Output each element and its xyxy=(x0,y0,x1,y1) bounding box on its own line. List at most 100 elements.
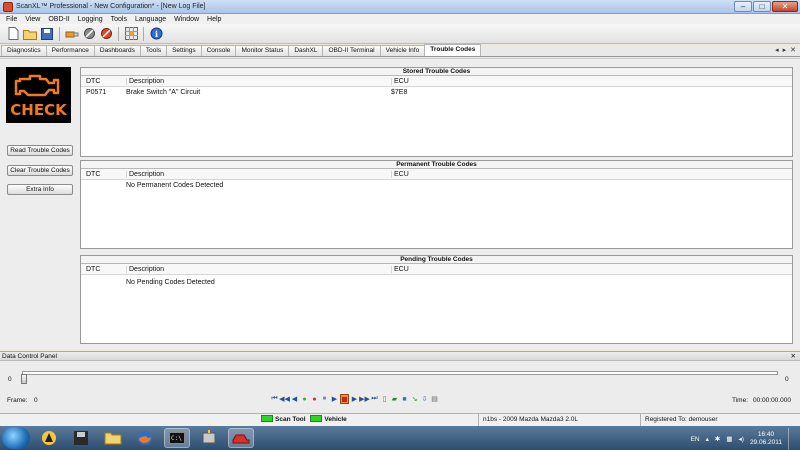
minimize-button[interactable]: – xyxy=(734,1,752,12)
maximize-button[interactable]: □ xyxy=(753,1,771,12)
stored-codes-title: Stored Trouble Codes xyxy=(81,68,792,76)
close-button[interactable]: ✕ xyxy=(772,1,798,12)
stop-square-icon[interactable] xyxy=(340,394,349,404)
gear-icon[interactable] xyxy=(82,27,96,41)
read-trouble-codes-button[interactable]: Read Trouble Codes xyxy=(7,145,73,156)
tab-console[interactable]: Console xyxy=(200,45,237,56)
column-header-description[interactable]: Description xyxy=(126,170,391,178)
tab-tools[interactable]: Tools xyxy=(139,45,168,56)
open-folder-icon[interactable] xyxy=(23,27,37,41)
vehicle-info: n1bs - 2009 Mazda Mazda3 2.0L xyxy=(483,416,579,423)
save-icon[interactable] xyxy=(40,27,54,41)
app-icon xyxy=(3,1,13,12)
column-header-ecu[interactable]: ECU xyxy=(391,77,792,85)
tab-obd-ii-terminal[interactable]: OBD-II Terminal xyxy=(322,45,381,56)
play-icon[interactable]: ▶ xyxy=(330,394,339,404)
tools-icon[interactable] xyxy=(99,27,113,41)
data-control-panel-header: Data Control Panel ✕ xyxy=(0,351,800,361)
step-forward-icon[interactable]: ▶▶ xyxy=(359,394,370,404)
floppy-icon[interactable] xyxy=(68,428,94,448)
menu-file[interactable]: File xyxy=(2,16,21,23)
tab-dashboards[interactable]: Dashboards xyxy=(93,45,141,56)
tab-dashxl[interactable]: DashXL xyxy=(288,45,324,56)
table-row[interactable]: P0571 Brake Switch "A" Circuit $7E8 xyxy=(81,87,792,98)
tab-diagnostics[interactable]: Diagnostics xyxy=(1,45,47,56)
column-header-description[interactable]: Description xyxy=(126,77,391,85)
network-icon[interactable]: ▦ xyxy=(726,435,732,443)
folder-icon[interactable] xyxy=(100,428,126,448)
column-header-description[interactable]: Description xyxy=(126,265,391,273)
description-cell: Brake Switch "A" Circuit xyxy=(126,89,201,96)
chart-icon[interactable]: ▤ xyxy=(430,394,439,404)
menu-view[interactable]: View xyxy=(21,16,44,23)
column-header-ecu[interactable]: ECU xyxy=(391,170,792,178)
taskbar-app-icon[interactable] xyxy=(36,428,62,448)
tray-arrow-icon[interactable]: ▴ xyxy=(706,435,709,443)
scroll-right-icon[interactable]: ▸ xyxy=(783,46,787,54)
rewind-icon[interactable]: ◀ xyxy=(290,394,299,404)
close-tab-icon[interactable]: ✕ xyxy=(790,46,796,54)
extra-info-button[interactable]: Extra Info xyxy=(7,184,73,195)
menu-help[interactable]: Help xyxy=(203,16,225,23)
export-icon[interactable]: ↘ xyxy=(410,394,419,404)
svg-text:i: i xyxy=(154,29,157,39)
column-header-dtc[interactable]: DTC xyxy=(81,171,126,178)
firefox-icon[interactable] xyxy=(132,428,158,448)
slider-thumb[interactable] xyxy=(21,374,27,384)
column-header-ecu[interactable]: ECU xyxy=(391,265,792,273)
vehicle-label: Vehicle xyxy=(324,416,347,423)
language-indicator[interactable]: EN xyxy=(691,436,700,443)
terminal-icon[interactable] xyxy=(196,428,222,448)
menu-bar: File View OBD-II Logging Tools Language … xyxy=(0,14,800,24)
tab-performance[interactable]: Performance xyxy=(45,45,95,56)
pending-codes-title: Pending Trouble Codes xyxy=(81,256,792,264)
list-item: No Pending Codes Detected xyxy=(81,277,792,288)
import-icon[interactable]: ⇩ xyxy=(420,394,429,404)
tab-bar: Diagnostics Performance Dashboards Tools… xyxy=(0,44,800,57)
menu-language[interactable]: Language xyxy=(131,16,170,23)
play-forward-icon[interactable]: ▶ xyxy=(350,394,359,404)
start-button[interactable] xyxy=(2,427,30,449)
new-file-icon[interactable] xyxy=(6,27,20,41)
clear-trouble-codes-button[interactable]: Clear Trouble Codes xyxy=(7,165,73,176)
menu-window[interactable]: Window xyxy=(170,16,203,23)
bluetooth-icon[interactable]: ✱ xyxy=(715,435,720,443)
info-icon[interactable]: i xyxy=(149,27,163,41)
toolbar-separator xyxy=(143,26,144,41)
scan-tool-label: Scan Tool xyxy=(275,416,306,423)
menu-obd-ii[interactable]: OBD-II xyxy=(44,16,73,23)
tab-trouble-codes[interactable]: Trouble Codes xyxy=(424,44,482,56)
clock-date: 29.06.2011 xyxy=(749,439,782,446)
console-icon[interactable]: C:\ xyxy=(164,428,190,448)
scroll-left-icon[interactable]: ◂ xyxy=(775,46,779,54)
open-log-icon[interactable]: ▰ xyxy=(390,394,399,404)
stored-codes-panel: Stored Trouble Codes DTC Description ECU… xyxy=(80,67,793,157)
menu-logging[interactable]: Logging xyxy=(74,16,107,23)
tab-vehicle-info[interactable]: Vehicle Info xyxy=(379,45,426,56)
show-desktop-button[interactable] xyxy=(788,428,796,450)
pause-icon[interactable]: ⏸ xyxy=(320,394,329,404)
new-log-icon[interactable]: ▯ xyxy=(380,394,389,404)
grid-icon[interactable] xyxy=(124,27,138,41)
column-header-dtc[interactable]: DTC xyxy=(81,78,126,85)
stop-icon[interactable]: ● xyxy=(300,394,309,404)
record-icon[interactable]: ● xyxy=(310,394,319,404)
playback-slider[interactable] xyxy=(22,371,778,375)
menu-tools[interactable]: Tools xyxy=(107,16,131,23)
list-item: No Permanent Codes Detected xyxy=(81,180,792,191)
clock-time: 16:40 xyxy=(757,431,775,438)
clock[interactable]: 16:40 29.06.2011 xyxy=(750,431,782,447)
skip-to-start-icon[interactable]: ⏮ xyxy=(270,394,279,404)
skip-to-end-icon[interactable]: ⏭ xyxy=(370,394,379,404)
column-header-dtc[interactable]: DTC xyxy=(81,266,126,273)
tab-settings[interactable]: Settings xyxy=(166,45,202,56)
save-log-icon[interactable]: ■ xyxy=(400,394,409,404)
close-panel-icon[interactable]: ✕ xyxy=(791,352,796,361)
scanxl-icon[interactable] xyxy=(228,428,254,448)
tab-monitor-status[interactable]: Monitor Status xyxy=(235,45,290,56)
step-back-icon[interactable]: ◀◀ xyxy=(279,394,290,404)
volume-icon[interactable]: ◂) xyxy=(739,435,744,443)
slider-max-label: 0 xyxy=(785,376,789,383)
connect-icon[interactable] xyxy=(65,27,79,41)
data-control-panel: 0 0 Frame: 0 ⏮ ◀◀ ◀ ● ● ⏸ ▶ ▶ ▶▶ ⏭ ▯ ▰ ■… xyxy=(0,361,800,413)
